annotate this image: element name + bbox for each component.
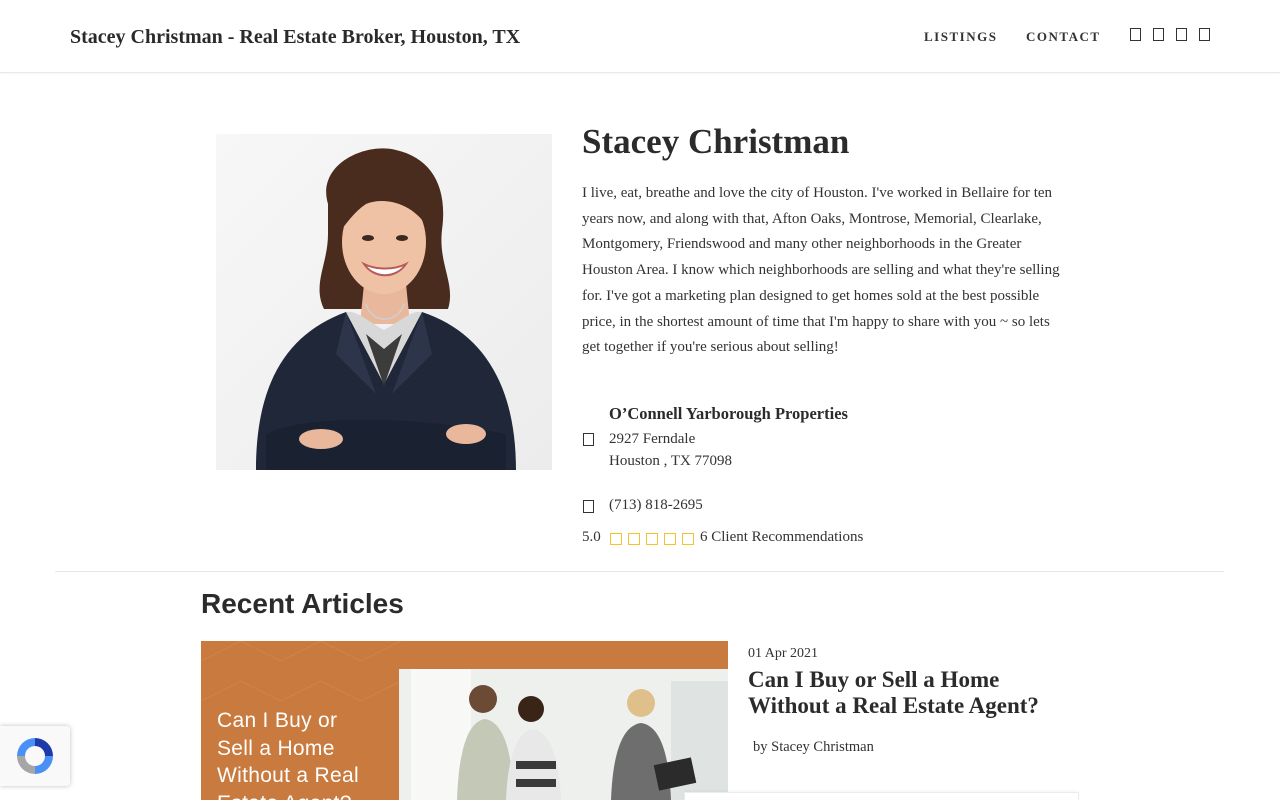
social-links <box>1129 27 1211 42</box>
article-date: 01 Apr 2021 <box>748 646 818 661</box>
address-line-1: 2927 Ferndale <box>609 431 696 447</box>
star-icon <box>682 532 694 550</box>
site-brand[interactable]: Stacey Christman - Real Estate Broker, H… <box>70 26 520 49</box>
article-byline: by Stacey Christman <box>753 739 874 755</box>
star-icon <box>646 532 658 550</box>
address-line-2: Houston , TX 77098 <box>609 453 733 469</box>
linkedin-icon[interactable] <box>1175 27 1188 42</box>
twitter-icon[interactable] <box>1152 27 1165 42</box>
phone-icon <box>583 500 594 513</box>
phone-number[interactable]: (713) 818-2695 <box>609 497 703 514</box>
recommendations-link[interactable]: 6 Client Recommendations <box>700 529 863 546</box>
popup-card-edge <box>684 792 1079 800</box>
facebook-icon[interactable] <box>1129 27 1142 42</box>
office-location-icon <box>583 433 594 446</box>
rating-score: 5.0 <box>582 529 601 545</box>
recaptcha-badge[interactable] <box>0 726 70 786</box>
agent-bio: I live, eat, breathe and love the city o… <box>582 185 1060 356</box>
agent-name: Stacey Christman <box>582 122 850 161</box>
recaptcha-icon <box>17 738 53 774</box>
nav-contact[interactable]: CONTACT <box>1026 29 1101 45</box>
article-title[interactable]: Can I Buy or Sell a Home Without a Real … <box>748 667 1078 719</box>
rating-stars <box>610 532 694 550</box>
agent-photo <box>216 134 552 470</box>
site-header: Stacey Christman - Real Estate Broker, H… <box>0 0 1280 73</box>
instagram-icon[interactable] <box>1198 27 1211 42</box>
nav-listings[interactable]: LISTINGS <box>924 29 997 45</box>
company-name: O’Connell Yarborough Properties <box>609 404 848 423</box>
article-thumbnail-text: Can I Buy or Sell a Home Without a Real … <box>217 709 359 800</box>
section-divider <box>55 571 1224 572</box>
star-icon <box>664 532 676 550</box>
recent-articles-heading: Recent Articles <box>201 588 404 619</box>
article-thumbnail[interactable]: Can I Buy or Sell a Home Without a Real … <box>201 641 728 800</box>
star-icon <box>628 532 640 550</box>
star-icon <box>610 532 622 550</box>
